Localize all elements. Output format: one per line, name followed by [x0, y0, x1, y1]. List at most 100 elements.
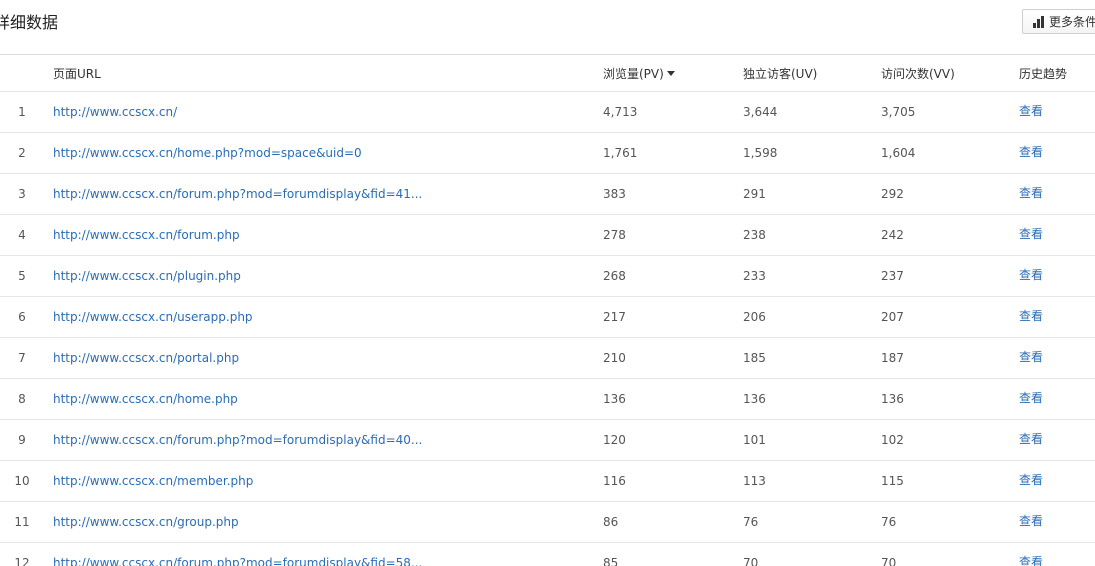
view-trend-link[interactable]: 查看 [1019, 348, 1043, 365]
table-row: 11 http://www.ccscx.cn/group.php 86 76 76 查看 [0, 502, 1095, 543]
header-pv[interactable]: 浏览量(PV) [603, 55, 675, 91]
table-row: 8 http://www.ccscx.cn/home.php 136 136 136 查看 [0, 379, 1095, 420]
row-vv: 292 [881, 187, 904, 201]
row-index: 2 [18, 146, 26, 160]
page-url-link[interactable]: http://www.ccscx.cn/forum.php?mod=forumd… [53, 187, 422, 201]
row-url-cell: http://www.ccscx.cn/forum.php [53, 215, 240, 255]
row-uv: 101 [743, 433, 766, 447]
row-index: 9 [18, 433, 26, 447]
row-uv: 233 [743, 269, 766, 283]
view-trend-link[interactable]: 查看 [1019, 389, 1043, 406]
table-row: 3 http://www.ccscx.cn/forum.php?mod=forum… [0, 174, 1095, 215]
header-uv[interactable]: 独立访客(UV) [743, 55, 817, 91]
row-url-cell: http://www.ccscx.cn/member.php [53, 461, 253, 501]
page-url-link[interactable]: http://www.ccscx.cn/group.php [53, 515, 239, 529]
header-url: 页面URL [53, 66, 101, 81]
page-url-link[interactable]: http://www.ccscx.cn/forum.php?mod=forumd… [53, 433, 422, 447]
row-url-cell: http://www.ccscx.cn/home.php [53, 379, 238, 419]
page-url-link[interactable]: http://www.ccscx.cn/ [53, 105, 177, 119]
row-pv: 85 [603, 556, 619, 566]
row-uv: 238 [743, 228, 766, 242]
table-body: 1 http://www.ccscx.cn/4,713 3,644 3,705 查看 2 h… [0, 92, 1095, 566]
row-trend-cell: 查看 [1019, 133, 1043, 173]
row-pv: 217 [603, 310, 626, 324]
row-index: 6 [18, 310, 26, 324]
row-uv: 185 [743, 351, 766, 365]
row-index: 7 [18, 351, 26, 365]
table-header: 页面URL 浏览量(PV) 独立访客(UV) 访问次数(VV) 历史趋势 [0, 54, 1095, 92]
row-vv: 187 [881, 351, 904, 365]
view-trend-link[interactable]: 查看 [1019, 143, 1043, 160]
row-uv: 1,598 [743, 146, 778, 160]
row-pv: 4,713 [603, 105, 638, 119]
row-url-cell: http://www.ccscx.cn/home.php?mod=space&u… [53, 133, 362, 173]
row-pv: 268 [603, 269, 626, 283]
view-trend-link[interactable]: 查看 [1019, 307, 1043, 324]
page-url-link[interactable]: http://www.ccscx.cn/portal.php [53, 351, 239, 365]
row-url-cell: http://www.ccscx.cn/forum.php?mod=forumd… [53, 420, 422, 460]
row-uv: 3,644 [743, 105, 778, 119]
view-trend-link[interactable]: 查看 [1019, 430, 1043, 447]
header-trend: 历史趋势 [1019, 66, 1068, 81]
row-index: 1 [18, 105, 26, 119]
page-url-link[interactable]: http://www.ccscx.cn/forum.php?mod=forumd… [53, 556, 422, 566]
row-vv: 242 [881, 228, 904, 242]
row-vv: 76 [881, 515, 897, 529]
row-vv: 102 [881, 433, 904, 447]
page-url-link[interactable]: http://www.ccscx.cn/member.php [53, 474, 253, 488]
row-index: 11 [14, 515, 30, 529]
more-conditions-label: 更多条件 [1049, 15, 1095, 29]
row-url-cell: http://www.ccscx.cn/group.php [53, 502, 239, 542]
row-url-cell: http://www.ccscx.cn/portal.php [53, 338, 239, 378]
row-pv: 136 [603, 392, 626, 406]
page-url-link[interactable]: http://www.ccscx.cn/userapp.php [53, 310, 253, 324]
row-index: 12 [14, 556, 30, 566]
row-index: 10 [14, 474, 30, 488]
page-url-link[interactable]: http://www.ccscx.cn/home.php?mod=space&u… [53, 146, 362, 160]
page-url-link[interactable]: http://www.ccscx.cn/forum.php [53, 228, 240, 242]
row-pv: 383 [603, 187, 626, 201]
row-url-cell: http://www.ccscx.cn/ [53, 92, 177, 132]
row-trend-cell: 查看 [1019, 461, 1043, 501]
table-row: 5 http://www.ccscx.cn/plugin.php 268 233 237… [0, 256, 1095, 297]
page-url-link[interactable]: http://www.ccscx.cn/home.php [53, 392, 238, 406]
row-index: 4 [18, 228, 26, 242]
table-row: 7 http://www.ccscx.cn/portal.php 210 185 187… [0, 338, 1095, 379]
sort-desc-icon[interactable] [666, 70, 675, 76]
view-trend-link[interactable]: 查看 [1019, 184, 1043, 201]
row-trend-cell: 查看 [1019, 543, 1043, 566]
header-vv[interactable]: 访问次数(VV) [881, 55, 955, 91]
row-pv: 116 [603, 474, 626, 488]
row-vv: 136 [881, 392, 904, 406]
row-index: 3 [18, 187, 26, 201]
row-vv: 3,705 [881, 105, 916, 119]
view-trend-link[interactable]: 查看 [1019, 512, 1043, 529]
header-pv-label[interactable]: 浏览量(PV) [603, 65, 664, 82]
view-trend-link[interactable]: 查看 [1019, 102, 1043, 119]
table-row: 6 http://www.ccscx.cn/userapp.php 217 206 20… [0, 297, 1095, 338]
page-url-link[interactable]: http://www.ccscx.cn/plugin.php [53, 269, 241, 283]
row-url-cell: http://www.ccscx.cn/forum.php?mod=forumd… [53, 543, 422, 566]
view-trend-link[interactable]: 查看 [1019, 553, 1043, 566]
view-trend-link[interactable]: 查看 [1019, 266, 1043, 283]
row-trend-cell: 查看 [1019, 379, 1043, 419]
row-uv: 70 [743, 556, 759, 566]
row-pv: 86 [603, 515, 619, 529]
row-url-cell: http://www.ccscx.cn/userapp.php [53, 297, 253, 337]
view-trend-link[interactable]: 查看 [1019, 225, 1043, 242]
view-trend-link[interactable]: 查看 [1019, 471, 1043, 488]
row-index: 8 [18, 392, 26, 406]
row-trend-cell: 查看 [1019, 338, 1043, 378]
row-pv: 120 [603, 433, 626, 447]
row-uv: 206 [743, 310, 766, 324]
row-trend-cell: 查看 [1019, 256, 1043, 296]
detail-data-page: 详细数据 更多条件 页面URL 浏览量(PV) 独立访客(UV) 访问次数(VV… [0, 0, 1095, 566]
table-row: 12 http://www.ccscx.cn/forum.php?mod=foru… [0, 543, 1095, 566]
table-row: 9 http://www.ccscx.cn/forum.php?mod=forum… [0, 420, 1095, 461]
row-trend-cell: 查看 [1019, 92, 1043, 132]
more-conditions-button[interactable]: 更多条件 [1022, 9, 1095, 34]
row-vv: 70 [881, 556, 897, 566]
row-trend-cell: 查看 [1019, 502, 1043, 542]
row-pv: 278 [603, 228, 626, 242]
section-title: 详细数据 [0, 13, 59, 32]
